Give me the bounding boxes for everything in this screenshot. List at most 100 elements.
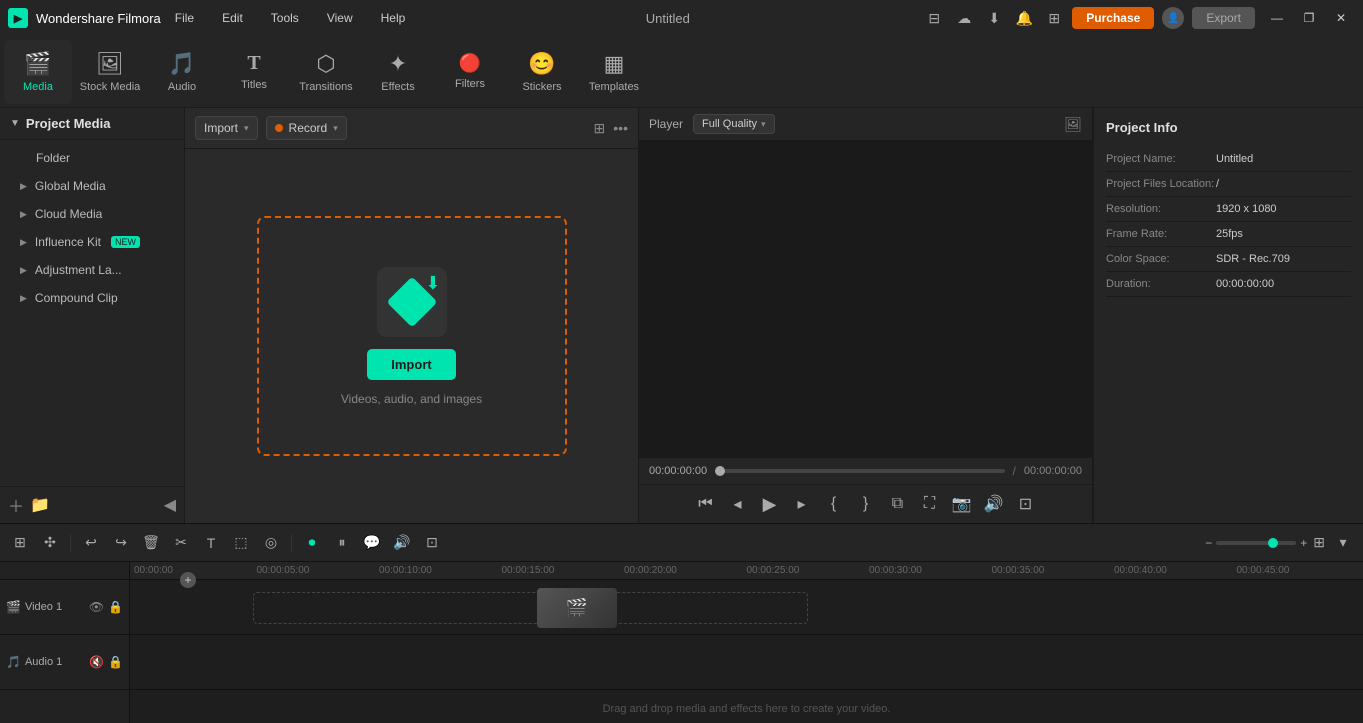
- video-eye-icon[interactable]: 👁: [89, 600, 104, 614]
- cloud-icon[interactable]: ☁: [954, 8, 974, 28]
- win-close-button[interactable]: ✕: [1327, 8, 1355, 28]
- redo-icon[interactable]: ↪: [109, 531, 133, 555]
- record-btn-icon[interactable]: ⏺: [300, 531, 324, 555]
- video-lock-icon[interactable]: 🔒: [108, 600, 123, 614]
- toolbar-item-stickers[interactable]: 😊 Stickers: [508, 40, 576, 104]
- left-item-global-media[interactable]: ▶ Global Media: [0, 172, 184, 200]
- mark-out-icon[interactable]: }: [853, 491, 879, 517]
- project-media-title: Project Media: [26, 116, 111, 131]
- toolbar-label-media: Media: [23, 81, 53, 93]
- toolbar-label-audio: Audio: [168, 81, 196, 93]
- screenshot-icon[interactable]: 🖼: [1064, 116, 1082, 133]
- delete-icon[interactable]: 🗑: [139, 531, 163, 555]
- play-icon[interactable]: ▶: [757, 491, 783, 517]
- timeline-magnet-icon[interactable]: ✣: [38, 531, 62, 555]
- menu-view[interactable]: View: [321, 7, 359, 29]
- toolbar-item-media[interactable]: 🎬 Media: [4, 40, 72, 104]
- text-icon[interactable]: T: [199, 531, 223, 555]
- left-item-influence-kit[interactable]: ▶ Influence Kit NEW: [0, 228, 184, 256]
- info-label-framerate: Frame Rate:: [1106, 228, 1216, 240]
- scrubber-thumb[interactable]: [715, 466, 725, 476]
- add-track-button[interactable]: +: [180, 572, 196, 588]
- toolbar-item-stock-media[interactable]: 🖼 Stock Media: [76, 40, 144, 104]
- avatar[interactable]: 👤: [1162, 7, 1184, 29]
- import-button[interactable]: Import: [367, 349, 455, 380]
- audio-detach-icon[interactable]: 🔊: [390, 531, 414, 555]
- timeline-scene-icon[interactable]: ⊞: [8, 531, 32, 555]
- left-item-cloud-media[interactable]: ▶ Cloud Media: [0, 200, 184, 228]
- filters-icon: 🔴: [459, 53, 481, 74]
- video-track-icon[interactable]: 🎬: [6, 600, 21, 614]
- more-options-icon[interactable]: •••: [613, 120, 628, 136]
- audio-track-icon[interactable]: 🎵: [6, 655, 21, 669]
- download-icon[interactable]: ⬇: [984, 8, 1004, 28]
- timeline-separator: [70, 534, 71, 552]
- new-folder-icon[interactable]: 📁: [30, 495, 50, 515]
- pip-icon[interactable]: ⊡: [1013, 491, 1039, 517]
- zoom-slider[interactable]: [1216, 541, 1296, 545]
- apps-icon[interactable]: ⊞: [1044, 8, 1064, 28]
- video-clip[interactable]: 🎬: [537, 588, 617, 628]
- toolbar-item-titles[interactable]: T Titles: [220, 40, 288, 104]
- left-item-adjustment[interactable]: ▶ Adjustment La...: [0, 256, 184, 284]
- minimize-window-icon[interactable]: ⊟: [924, 8, 944, 28]
- export-button[interactable]: Export: [1192, 7, 1255, 29]
- win-maximize-button[interactable]: ❐: [1295, 8, 1323, 28]
- crop-icon[interactable]: ⬚: [229, 531, 253, 555]
- logo-arrow-icon: ⬇: [425, 273, 440, 294]
- left-item-folder[interactable]: Folder: [0, 144, 184, 172]
- ruler-mark-0: 00:00:00: [134, 565, 257, 576]
- frame-back-icon[interactable]: ◂: [725, 491, 751, 517]
- caption-icon[interactable]: 💬: [360, 531, 384, 555]
- layout-icon[interactable]: ⊞: [1313, 534, 1325, 551]
- frame-forward-icon[interactable]: ▸: [789, 491, 815, 517]
- mark-in-icon[interactable]: {: [821, 491, 847, 517]
- menu-tools[interactable]: Tools: [265, 7, 305, 29]
- menu-file[interactable]: File: [169, 7, 200, 29]
- undo-icon[interactable]: ↩: [79, 531, 103, 555]
- audio-icon: 🎵: [168, 51, 195, 77]
- add-folder-icon[interactable]: ＋: [8, 493, 24, 517]
- quality-dropdown[interactable]: Full Quality ▾: [693, 114, 775, 134]
- zoom-in-icon[interactable]: +: [1300, 536, 1307, 550]
- mask-icon[interactable]: ◎: [259, 531, 283, 555]
- fullscreen-icon[interactable]: ⛶: [917, 491, 943, 517]
- filter-icon[interactable]: ⊞: [594, 120, 606, 137]
- audio-lock-icon[interactable]: 🔒: [108, 655, 123, 669]
- zoom-out-icon[interactable]: −: [1205, 536, 1212, 550]
- toolbar-item-filters[interactable]: 🔴 Filters: [436, 40, 504, 104]
- toolbar-item-audio[interactable]: 🎵 Audio: [148, 40, 216, 104]
- record-dropdown[interactable]: Record ▾: [266, 116, 347, 140]
- import-dropdown[interactable]: Import ▾: [195, 116, 258, 140]
- collapse-panel-icon[interactable]: ◀: [164, 495, 176, 515]
- collapse-arrow-icon[interactable]: ▼: [10, 118, 20, 129]
- merge-icon[interactable]: ⊡: [420, 531, 444, 555]
- split-icon[interactable]: ⏸: [330, 531, 354, 555]
- win-minimize-button[interactable]: —: [1263, 8, 1291, 28]
- drop-hint-text: Videos, audio, and images: [341, 392, 482, 406]
- camera-icon[interactable]: 📷: [949, 491, 975, 517]
- menu-edit[interactable]: Edit: [216, 7, 249, 29]
- toolbar-item-transitions[interactable]: ⬡ Transitions: [292, 40, 360, 104]
- purchase-button[interactable]: Purchase: [1072, 7, 1154, 29]
- left-item-compound-clip[interactable]: ▶ Compound Clip: [0, 284, 184, 312]
- toolbar-item-effects[interactable]: ✦ Effects: [364, 40, 432, 104]
- titlebar: ▶ Wondershare Filmora File Edit Tools Vi…: [0, 0, 1363, 36]
- step-back-icon[interactable]: ⏮: [693, 491, 719, 517]
- new-badge: NEW: [111, 236, 140, 248]
- scrubber-bar[interactable]: [715, 469, 1004, 473]
- cut-icon[interactable]: ✂: [169, 531, 193, 555]
- bell-icon[interactable]: 🔔: [1014, 8, 1034, 28]
- info-value-framerate: 25fps: [1216, 228, 1243, 240]
- ruler-mark-9: 00:00:45:00: [1237, 565, 1360, 576]
- more-icon[interactable]: ▾: [1331, 531, 1355, 555]
- menu-help[interactable]: Help: [375, 7, 412, 29]
- info-label-colorspace: Color Space:: [1106, 253, 1216, 265]
- toolbar-label-titles: Titles: [241, 79, 267, 91]
- timeline-ruler-area: 00:00:00 00:00:05:00 00:00:10:00 00:00:1…: [130, 562, 1363, 723]
- clip-split-icon[interactable]: ⧉: [885, 491, 911, 517]
- toolbar-item-templates[interactable]: ▦ Templates: [580, 40, 648, 104]
- audio-mute-icon[interactable]: 🔇: [89, 655, 104, 669]
- volume-icon[interactable]: 🔊: [981, 491, 1007, 517]
- player-toolbar: Player Full Quality ▾ 🖼: [639, 108, 1092, 141]
